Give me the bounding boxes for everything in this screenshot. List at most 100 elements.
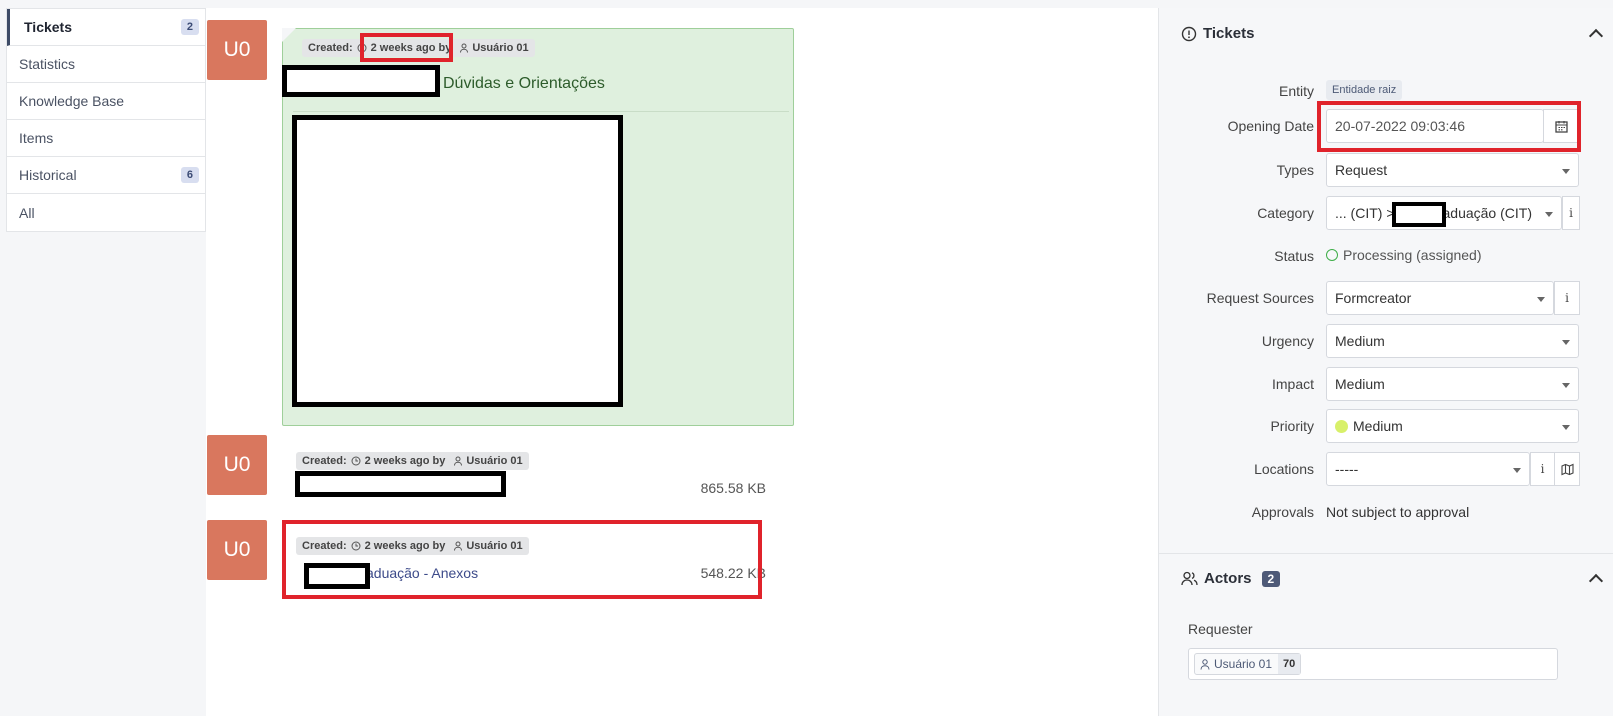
nav-item-statistics[interactable]: Statistics: [7, 46, 205, 83]
users-icon: [1181, 571, 1198, 586]
panel-header-actors[interactable]: Actors 2: [1181, 570, 1281, 587]
user-name: Usuário 01: [472, 42, 529, 54]
user-name: Usuário 01: [466, 540, 523, 552]
created-when[interactable]: 2 weeks ago by: [371, 42, 452, 54]
requester-tag[interactable]: Usuário 01 70: [1194, 653, 1302, 675]
select-value: Formcreator: [1335, 290, 1412, 306]
created-user[interactable]: Usuário 01: [453, 455, 523, 467]
location-info-button[interactable]: i: [1530, 452, 1555, 486]
urgency-select[interactable]: Medium: [1326, 324, 1579, 358]
field-label: Priority: [1270, 418, 1314, 434]
field-entity: Entity Entidade raiz: [1159, 74, 1613, 108]
field-label: Approvals: [1251, 504, 1314, 520]
nav-item-label: Tickets: [24, 19, 72, 35]
document-size: 865.58 KB: [700, 480, 766, 496]
panel-title: Actors: [1204, 570, 1252, 587]
priority-dot-icon: [1335, 419, 1348, 433]
location-select[interactable]: -----: [1326, 452, 1530, 486]
field-label: Locations: [1254, 461, 1314, 477]
created-when[interactable]: 2 weeks ago by: [365, 540, 446, 552]
panel-header-tickets[interactable]: Tickets: [1181, 25, 1254, 42]
field-label: Entity: [1278, 83, 1314, 99]
document-link[interactable]: aduação - Anexos: [366, 565, 478, 581]
followup-title: Dúvidas e Orientações: [443, 75, 605, 92]
field-impact: Impact Medium: [1159, 367, 1613, 401]
created-label: Created:: [302, 540, 347, 552]
nav-item-label: Items: [19, 130, 54, 146]
user-icon: [454, 541, 463, 551]
select-value: Medium: [1335, 376, 1385, 392]
field-label: Status: [1274, 248, 1314, 264]
nav-count-badge: 2: [180, 19, 199, 35]
nav-count-badge: 6: [180, 167, 199, 183]
clock-icon: [357, 43, 367, 53]
requester-count: 70: [1278, 654, 1301, 674]
nav-item-all[interactable]: All: [7, 194, 205, 231]
select-value: Request: [1335, 162, 1388, 178]
map-icon: [1560, 463, 1574, 475]
chevron-down-icon: [1513, 468, 1521, 473]
created-meta: Created: 2 weeks ago by Usuário 01: [302, 38, 535, 57]
chevron-down-icon: [1562, 340, 1570, 345]
info-icon: i: [1540, 462, 1545, 476]
field-request-sources: Request Sources Formcreator i: [1159, 281, 1613, 315]
approvals-value: Not subject to approval: [1326, 504, 1470, 520]
requester-field[interactable]: Usuário 01 70: [1188, 648, 1558, 680]
select-value-left: ... (CIT) >: [1335, 205, 1395, 221]
avatar[interactable]: U0: [207, 20, 267, 80]
types-select[interactable]: Request: [1326, 153, 1579, 187]
info-icon: i: [1569, 206, 1573, 220]
impact-select[interactable]: Medium: [1326, 367, 1579, 401]
created-when[interactable]: 2 weeks ago by: [365, 455, 446, 467]
user-name: Usuário 01: [466, 455, 523, 467]
request-source-select[interactable]: Formcreator: [1326, 281, 1554, 315]
user-icon: [1200, 658, 1210, 670]
opening-date-input[interactable]: 20-07-2022 09:03:46: [1326, 109, 1544, 143]
actors-count-badge: 2: [1261, 570, 1281, 587]
priority-select[interactable]: Medium: [1326, 409, 1579, 443]
calendar-button[interactable]: [1543, 109, 1579, 143]
request-source-info-button[interactable]: i: [1554, 281, 1580, 315]
divider: [293, 111, 789, 112]
field-approvals: Approvals Not subject to approval: [1159, 495, 1613, 529]
avatar[interactable]: U0: [207, 435, 267, 495]
field-label: Category: [1257, 205, 1314, 221]
nav-item-tickets[interactable]: Tickets 2: [7, 9, 205, 46]
divider: [1159, 553, 1613, 554]
nav-item-historical[interactable]: Historical 6: [7, 157, 205, 194]
alert-circle-icon: [1181, 26, 1197, 41]
nav-item-label: All: [19, 204, 35, 221]
collapse-chevron-icon[interactable]: [1588, 573, 1604, 589]
calendar-icon: [1554, 120, 1568, 133]
created-meta: Created: 2 weeks ago by Usuário 01: [296, 537, 529, 555]
field-category: Category ... (CIT) > aduação (CIT) i: [1159, 196, 1613, 230]
requester-name: Usuário 01: [1214, 657, 1273, 671]
nav-item-label: Statistics: [19, 56, 76, 72]
field-label: Types: [1276, 162, 1314, 178]
entity-badge[interactable]: Entidade raiz: [1326, 80, 1403, 100]
field-locations: Locations ----- i: [1159, 452, 1613, 486]
field-priority: Priority Medium: [1159, 409, 1613, 443]
chevron-down-icon: [1562, 169, 1570, 174]
user-icon: [460, 43, 469, 53]
redacted-image: [292, 115, 623, 407]
status-circle-icon: [1326, 249, 1338, 261]
avatar[interactable]: U0: [207, 520, 267, 580]
nav-item-knowledge-base[interactable]: Knowledge Base: [7, 83, 205, 120]
collapse-chevron-icon[interactable]: [1588, 28, 1604, 44]
field-status: Status Processing (assigned): [1159, 239, 1613, 273]
created-meta: Created: 2 weeks ago by Usuário 01: [296, 452, 529, 470]
nav-item-label: Historical: [19, 167, 77, 183]
created-user[interactable]: Usuário 01: [459, 42, 529, 54]
status-value[interactable]: Processing (assigned): [1343, 247, 1482, 263]
category-info-button[interactable]: i: [1562, 196, 1580, 230]
redacted-document-name: [295, 471, 506, 497]
ticket-tabs-nav: Tickets 2 Statistics Knowledge Base Item…: [6, 8, 206, 232]
chevron-down-icon: [1537, 297, 1545, 302]
created-user[interactable]: Usuário 01: [453, 540, 523, 552]
select-value: Medium: [1353, 418, 1403, 434]
location-map-button[interactable]: [1554, 452, 1580, 486]
nav-item-items[interactable]: Items: [7, 120, 205, 157]
field-label: Request Sources: [1206, 290, 1314, 306]
chevron-down-icon: [1562, 425, 1570, 430]
